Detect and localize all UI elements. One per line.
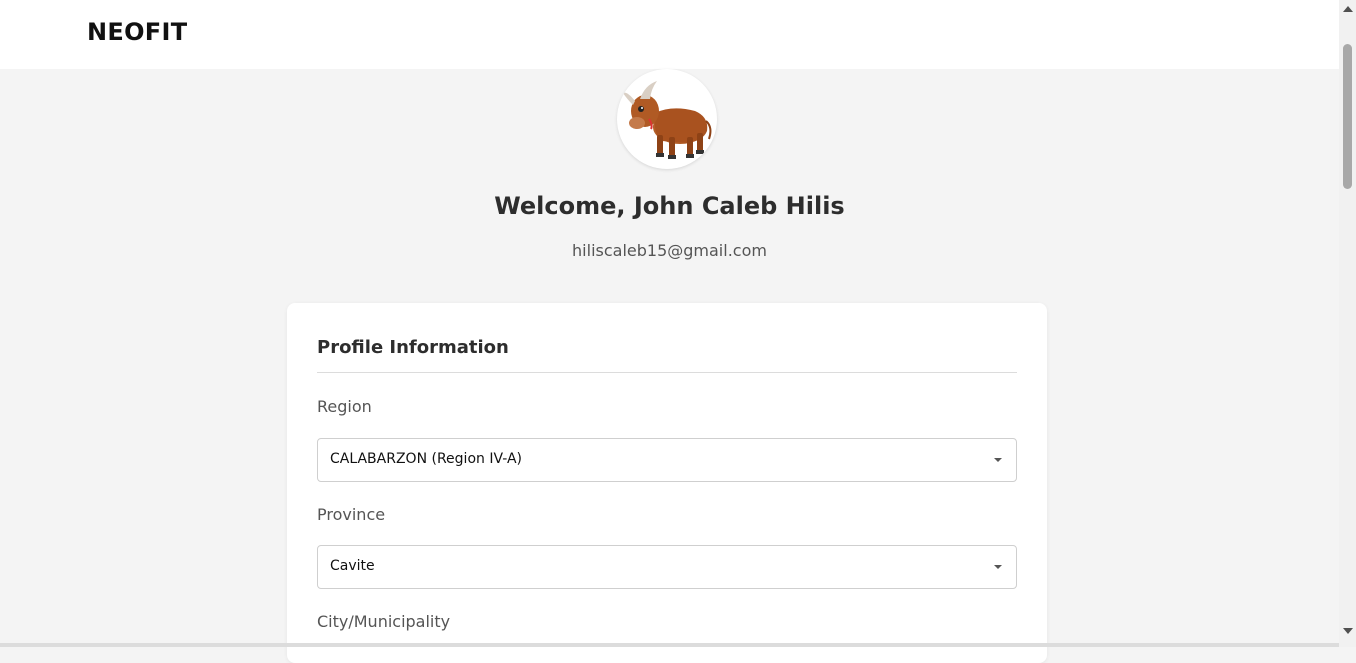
region-select[interactable]: CALABARZON (Region IV-A) (317, 438, 1017, 482)
chevron-down-icon (994, 458, 1002, 462)
profile-information-card: Profile Information Region CALABARZON (R… (287, 303, 1047, 663)
scrollbar-thumb[interactable] (1343, 44, 1352, 189)
vertical-scrollbar[interactable] (1339, 0, 1356, 647)
bull-avatar-icon (623, 81, 712, 159)
brand-logo[interactable]: NEOFIT (87, 18, 187, 46)
scroll-down-icon[interactable] (1343, 628, 1353, 634)
welcome-heading: Welcome, John Caleb Hilis (494, 192, 845, 220)
card-divider (317, 372, 1017, 373)
city-municipality-label: City/Municipality (317, 612, 451, 631)
top-navbar: NEOFIT (0, 0, 1339, 69)
card-title: Profile Information (317, 337, 509, 358)
chevron-down-icon (994, 565, 1002, 569)
region-label: Region (317, 397, 372, 416)
user-email: hiliscaleb15@gmail.com (572, 241, 767, 260)
profile-avatar[interactable] (617, 69, 717, 169)
province-label: Province (317, 505, 386, 524)
horizontal-scrollbar[interactable] (0, 643, 1339, 647)
scroll-up-icon[interactable] (1343, 6, 1353, 12)
province-select[interactable]: Cavite (317, 545, 1017, 589)
region-select-value: CALABARZON (Region IV-A) (330, 451, 523, 467)
province-select-value: Cavite (330, 558, 375, 574)
